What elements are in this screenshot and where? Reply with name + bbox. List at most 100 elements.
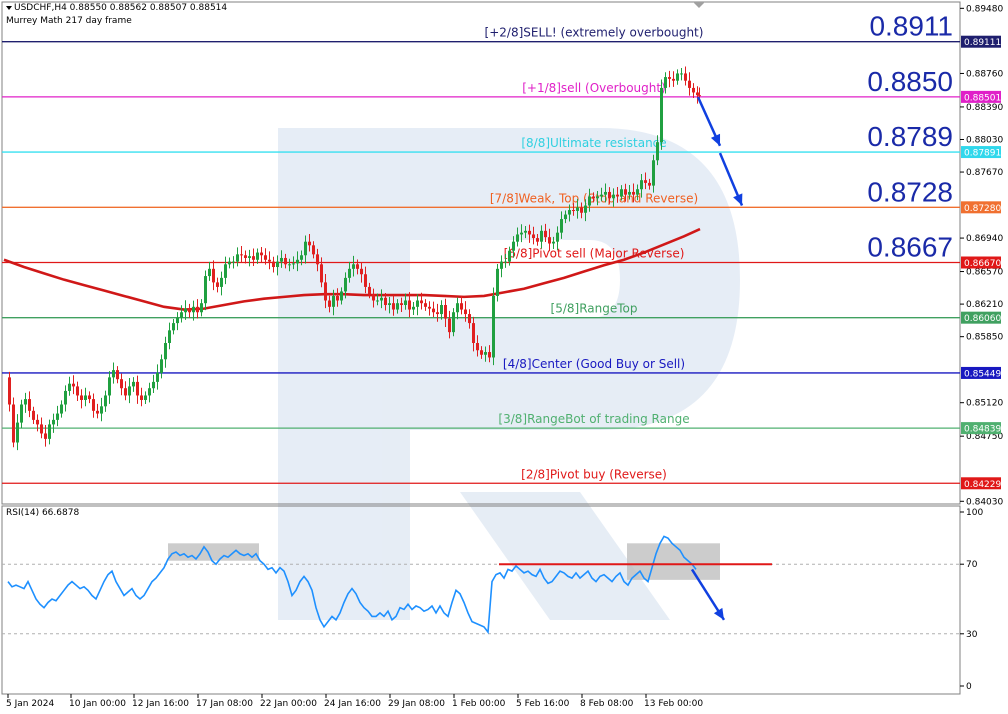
candle-body: [364, 274, 367, 287]
candle-body: [660, 87, 663, 143]
candle-body: [336, 295, 339, 301]
rsi-tick-label-1: 70: [966, 560, 978, 570]
candle-body: [584, 205, 587, 213]
candle-body: [372, 294, 375, 301]
candle-body: [76, 386, 79, 396]
candle-body: [416, 300, 419, 307]
candle-body: [288, 264, 291, 266]
candle-body: [84, 395, 87, 400]
candle-body: [688, 80, 691, 88]
candle-body: [184, 308, 187, 313]
candle-body: [436, 312, 439, 315]
candle-body: [400, 303, 403, 306]
candle-body: [440, 305, 443, 315]
rsi-tick-label-2: 30: [966, 630, 978, 640]
time-tick-label-4: 22 Jan 00:00: [260, 699, 317, 709]
candle-body: [640, 180, 643, 190]
level-tag-text-3: 0.87280: [964, 204, 1001, 214]
time-tick-label-9: 8 Feb 08:00: [580, 699, 634, 709]
candle-body: [140, 395, 143, 400]
rsi-tick-label-0: 100: [966, 508, 983, 518]
level-big-price-4: 0.8667: [867, 231, 953, 262]
level-tag-text-7: 0.84839: [964, 425, 1001, 435]
chart-canvas[interactable]: [+2/8]SELL! (extremely overbought) 0.8911…: [0, 0, 1008, 714]
candle-body: [240, 254, 243, 256]
candle-body: [28, 399, 31, 411]
price-tick-label-4: 0.87670: [966, 168, 1003, 178]
indicator-header: Murrey Math 217 day frame: [6, 16, 132, 26]
level-label-2: [8/8]Ultimate resistance: [521, 136, 666, 150]
candle-body: [432, 308, 435, 313]
candle-body: [112, 370, 115, 378]
candle-body: [64, 390, 67, 405]
candle-body: [376, 300, 379, 302]
candle-body: [96, 410, 99, 414]
candle-body: [228, 261, 231, 265]
candle-body: [460, 303, 463, 310]
level-label-7: [3/8]RangeBot of trading Range: [498, 412, 689, 426]
candle-body: [132, 381, 135, 387]
candle-body: [604, 191, 607, 195]
candle-body: [504, 261, 507, 263]
candle-body: [208, 268, 211, 277]
candle-body: [412, 306, 415, 310]
candle-body: [360, 268, 363, 275]
candle-body: [24, 399, 27, 405]
candle-body: [92, 399, 95, 411]
level-label-4: [6/8]Pivot sell (Major Reverse): [504, 246, 685, 260]
candle-body: [532, 234, 535, 239]
candle-body: [612, 194, 615, 199]
candle-body: [644, 180, 647, 183]
candle-body: [476, 342, 479, 351]
price-tick-label-11: 0.84030: [966, 497, 1003, 507]
candle-body: [472, 323, 475, 343]
level-label-8: [2/8]Pivot buy (Reverse): [521, 467, 667, 481]
candle-body: [516, 234, 519, 242]
candle-body: [528, 230, 531, 235]
candle-body: [200, 303, 203, 313]
price-tick-label-1: 0.88760: [966, 69, 1003, 79]
candle-body: [108, 377, 111, 396]
time-tick-label-3: 17 Jan 08:00: [196, 699, 253, 709]
level-tag-text-1: 0.88501: [964, 93, 1001, 103]
candle-body: [128, 386, 131, 396]
candle-body: [540, 230, 543, 242]
candle-body: [592, 196, 595, 199]
indicator-header-text: Murrey Math 217 day frame: [6, 16, 132, 26]
candle-body: [308, 241, 311, 246]
rsi-header-text: RSI(14) 66.6878: [6, 508, 80, 518]
candle-body: [304, 241, 307, 256]
candle-body: [244, 255, 247, 258]
time-tick-label-0: 5 Jan 2024: [6, 699, 54, 709]
candle-body: [452, 312, 455, 333]
candle-body: [564, 214, 567, 220]
symbol-header-text: USDCHF,H4 0.88550 0.88562 0.88507 0.8851…: [14, 3, 228, 13]
candle-body: [284, 257, 287, 265]
rsi-header: RSI(14) 66.6878: [6, 508, 79, 518]
candle-body: [424, 303, 427, 307]
time-tick-label-6: 29 Jan 08:00: [388, 699, 445, 709]
price-tick-label-0: 0.89480: [966, 4, 1003, 14]
level-tag-text-0: 0.89111: [964, 38, 1001, 48]
candle-body: [648, 182, 651, 186]
candle-body: [600, 194, 603, 197]
candle-body: [12, 404, 15, 443]
candle-body: [312, 245, 315, 255]
candle-body: [616, 194, 619, 197]
candle-body: [560, 219, 563, 233]
candle-body: [468, 314, 471, 324]
candle-body: [356, 264, 359, 269]
candle-body: [556, 232, 559, 242]
candle-body: [464, 309, 467, 315]
candle-body: [180, 312, 183, 318]
candle-body: [276, 261, 279, 268]
candle-body: [508, 250, 511, 262]
level-label-1: [+1/8]sell (Overbought): [522, 81, 666, 95]
price-tick-label-7: 0.86210: [966, 300, 1003, 310]
candle-body: [408, 300, 411, 310]
candle-body: [212, 268, 215, 283]
candle-body: [52, 419, 55, 425]
candle-body: [652, 160, 655, 186]
candle-body: [264, 255, 267, 260]
candle-body: [552, 241, 555, 244]
